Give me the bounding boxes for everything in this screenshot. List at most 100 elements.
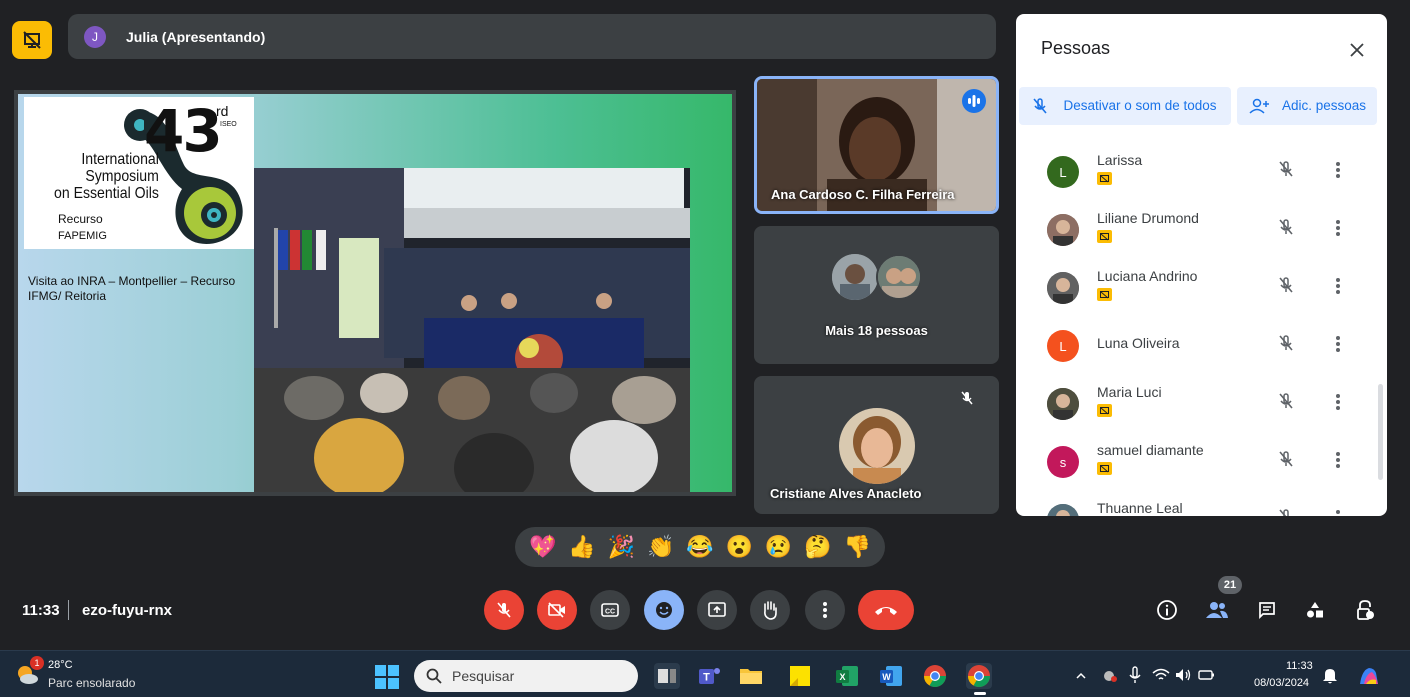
reaction-emoji[interactable]: 😂 <box>686 534 713 560</box>
avatar <box>1047 504 1079 516</box>
participant-name: Luciana Andrino <box>1097 268 1198 284</box>
people-list-item[interactable]: Liliane Drumond <box>1016 200 1387 258</box>
reaction-emoji[interactable]: 🤔 <box>804 534 831 560</box>
clock-date[interactable]: 08/03/2024 <box>1254 677 1309 689</box>
excel-icon[interactable]: X <box>834 663 860 689</box>
logo-iseo: ISEO <box>220 121 237 128</box>
avatar <box>876 254 922 300</box>
participant-tile-speaking[interactable]: Ana Cardoso C. Filha Ferreira <box>754 76 999 214</box>
participant-tile[interactable]: Cristiane Alves Anacleto <box>754 376 999 514</box>
add-people-button[interactable]: Adic. pessoas <box>1237 87 1377 125</box>
camera-off-icon <box>548 602 565 618</box>
avatar-initial: s <box>1059 454 1067 470</box>
start-button[interactable] <box>374 664 400 690</box>
meeting-code: ezo-fuyu-rnx <box>82 602 172 619</box>
panel-scrollbar[interactable] <box>1378 384 1383 480</box>
task-view-icon[interactable] <box>654 663 680 689</box>
people-button[interactable] <box>1203 596 1231 624</box>
avatar: L <box>1047 330 1079 362</box>
more-vert-icon[interactable] <box>1334 507 1342 516</box>
people-list-item[interactable]: s samuel diamante <box>1016 432 1387 490</box>
reaction-emoji[interactable]: 😮 <box>726 534 753 560</box>
more-vert-icon[interactable] <box>1334 391 1342 413</box>
chat-button[interactable] <box>1253 596 1281 624</box>
more-vert-icon[interactable] <box>1334 275 1342 297</box>
leave-call-button[interactable] <box>858 590 914 630</box>
focus-mode-icon[interactable] <box>1322 667 1338 685</box>
participant-name: Luna Oliveira <box>1097 335 1180 351</box>
mic-off-icon[interactable] <box>1277 450 1295 468</box>
mic-off-icon[interactable] <box>1277 392 1295 410</box>
chrome-icon[interactable] <box>922 663 948 689</box>
camera-button[interactable] <box>537 590 577 630</box>
present-badge-icon <box>1097 462 1112 475</box>
people-list-item[interactable]: Luciana Andrino <box>1016 258 1387 316</box>
people-list-item[interactable]: L Luna Oliveira <box>1016 316 1387 374</box>
copilot-icon[interactable] <box>1356 664 1382 690</box>
microphone-button[interactable] <box>484 590 524 630</box>
active-app-indicator <box>974 692 986 695</box>
teams-icon[interactable]: T <box>696 663 722 689</box>
present-off-icon <box>23 31 41 49</box>
reaction-emoji[interactable]: 😢 <box>765 534 792 560</box>
close-icon <box>1350 43 1364 57</box>
host-controls-button[interactable] <box>1351 596 1379 624</box>
reaction-emoji[interactable]: 👎 <box>844 534 871 560</box>
emoji-reactions-button[interactable] <box>644 590 684 630</box>
present-screen-button[interactable] <box>697 590 737 630</box>
more-options-button[interactable] <box>805 590 845 630</box>
taskbar-search[interactable]: Pesquisar <box>414 660 638 692</box>
reaction-emoji[interactable]: 💖 <box>529 534 556 560</box>
people-icon <box>1206 602 1228 618</box>
more-vert-icon[interactable] <box>1334 217 1342 239</box>
reaction-bar: 💖 👍 🎉 👏 😂 😮 😢 🤔 👎 <box>515 527 885 567</box>
mic-off-icon[interactable] <box>1277 334 1295 352</box>
reaction-emoji[interactable]: 👏 <box>647 534 674 560</box>
meeting-details-button[interactable] <box>1153 596 1181 624</box>
logo-fapemig: FAPEMIG <box>58 230 107 242</box>
activities-button[interactable] <box>1301 596 1329 624</box>
more-vert-icon[interactable] <box>1334 333 1342 355</box>
people-panel: Pessoas Desativar o som de todos Adic. p… <box>1016 14 1387 516</box>
avatar <box>1047 272 1079 304</box>
logo-recurso: Recurso <box>58 212 103 226</box>
participant-name: Maria Luci <box>1097 384 1162 400</box>
close-panel-button[interactable] <box>1342 35 1372 65</box>
sticky-notes-icon[interactable] <box>787 663 813 689</box>
chrome-profile-icon[interactable] <box>966 663 992 689</box>
participant-name: samuel diamante <box>1097 442 1204 458</box>
more-vert-icon[interactable] <box>1334 159 1342 181</box>
mute-all-button[interactable]: Desativar o som de todos <box>1019 87 1231 125</box>
presenter-avatar: J <box>84 25 106 48</box>
presentation-layout-button[interactable] <box>12 21 52 59</box>
people-list-item[interactable]: Maria Luci <box>1016 374 1387 432</box>
people-list-item[interactable]: L Larissa <box>1016 142 1387 200</box>
participant-name: Thuanne Leal <box>1097 500 1183 516</box>
lock-person-icon <box>1357 600 1374 620</box>
shapes-icon <box>1307 602 1323 618</box>
battery-icon[interactable] <box>1198 668 1216 682</box>
mic-off-icon[interactable] <box>1277 508 1295 516</box>
wifi-icon[interactable] <box>1152 667 1170 683</box>
weather-widget[interactable]: 1 <box>14 656 44 687</box>
file-explorer-icon[interactable] <box>738 663 764 689</box>
participant-name: Larissa <box>1097 152 1143 168</box>
captions-button[interactable]: CC <box>590 590 630 630</box>
reaction-emoji[interactable]: 🎉 <box>608 534 635 560</box>
word-icon[interactable]: W <box>878 663 904 689</box>
microphone-tray-icon[interactable] <box>1128 666 1142 684</box>
chevron-up-icon[interactable] <box>1075 670 1087 682</box>
people-list-item[interactable]: Thuanne Leal <box>1016 490 1387 516</box>
windows-logo-icon <box>375 665 399 689</box>
reaction-emoji[interactable]: 👍 <box>568 534 595 560</box>
mic-off-icon[interactable] <box>1277 276 1295 294</box>
security-icon[interactable] <box>1102 668 1118 684</box>
mic-off-icon[interactable] <box>1277 160 1295 178</box>
volume-icon[interactable] <box>1174 667 1192 683</box>
more-vert-icon[interactable] <box>1334 449 1342 471</box>
conference-photo <box>254 168 690 492</box>
clock-time[interactable]: 11:33 <box>1286 660 1313 672</box>
raise-hand-button[interactable] <box>750 590 790 630</box>
more-participants-tile[interactable]: Mais 18 pessoas <box>754 226 999 364</box>
mic-off-icon[interactable] <box>1277 218 1295 236</box>
